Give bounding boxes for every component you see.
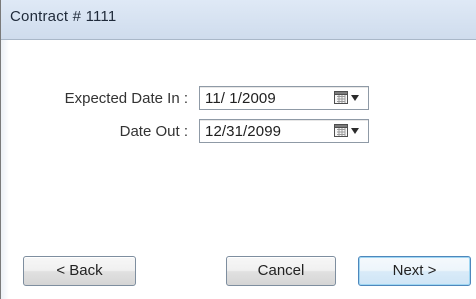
cancel-button[interactable]: Cancel	[226, 256, 336, 286]
date-out-value: 12/31/2099	[205, 123, 282, 140]
date-out-label: Date Out :	[119, 123, 188, 140]
expected-date-picker[interactable]: 11/ 1/2009	[199, 86, 369, 110]
expected-date-row: Expected Date In : 11/ 1/2009	[1, 85, 476, 113]
date-out-dropdown-button[interactable]	[333, 123, 365, 139]
contract-title: Contract # 1111	[10, 8, 117, 25]
expected-date-label: Expected Date In :	[64, 90, 188, 107]
back-button[interactable]: < Back	[23, 256, 136, 286]
left-border-gradient	[1, 40, 9, 299]
wizard-window: Contract # 1111 Expected Date In : 11/ 1…	[0, 0, 476, 299]
calendar-icon	[334, 91, 348, 104]
chevron-down-icon	[351, 128, 359, 134]
next-button[interactable]: Next >	[358, 256, 471, 286]
date-out-picker[interactable]: 12/31/2099	[199, 119, 369, 143]
expected-date-value: 11/ 1/2009	[205, 90, 276, 107]
calendar-icon	[334, 124, 348, 137]
window-header: Contract # 1111	[1, 0, 476, 40]
expected-date-dropdown-button[interactable]	[333, 90, 365, 106]
chevron-down-icon	[351, 95, 359, 101]
date-out-row: Date Out : 12/31/2099	[1, 118, 476, 146]
